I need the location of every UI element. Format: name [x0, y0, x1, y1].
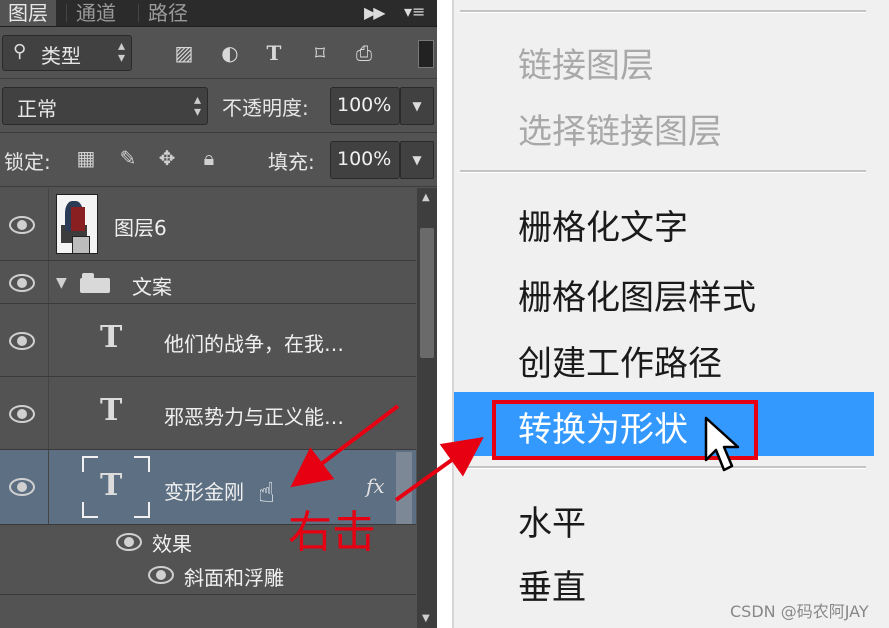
screenshot: 图层 通道 路径 ▶▶ ▾≡ ⚲ 类型 ▴ ▾ ▨ ◐ T ⌑ ⎙ 正常 ▴ ▾ 不…: [0, 0, 889, 628]
watermark: CSDN @码农阿JAY: [730, 602, 869, 621]
arrow-to-layer: [290, 404, 400, 488]
annotation-arrows: [290, 404, 484, 502]
arrow-to-menu: [394, 437, 484, 502]
right-click-annotation: 右击: [288, 507, 376, 558]
